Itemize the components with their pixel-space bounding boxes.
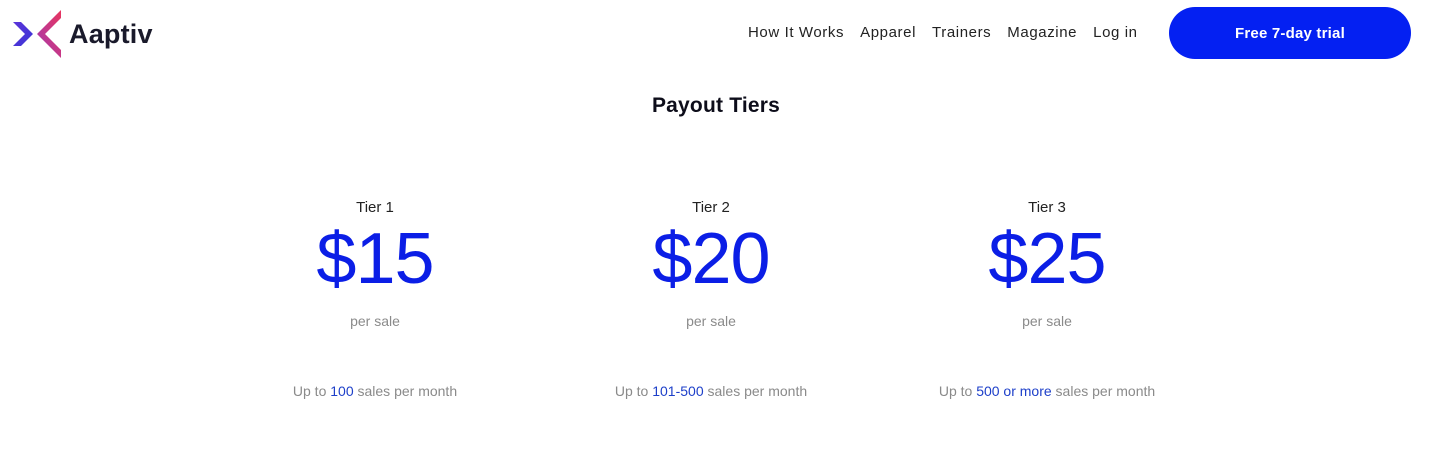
free-trial-button[interactable]: Free 7-day trial bbox=[1169, 7, 1411, 59]
tier-description: Up to 100 sales per month bbox=[225, 383, 525, 400]
tier-card-3: Tier 3 $25 per sale Up to 500 or more sa… bbox=[897, 199, 1197, 400]
tier-desc-suffix: sales per month bbox=[1051, 383, 1156, 399]
nav-apparel[interactable]: Apparel bbox=[860, 24, 916, 42]
tier-desc-suffix: sales per month bbox=[353, 383, 458, 399]
tier-desc-highlight: 500 or more bbox=[976, 383, 1052, 399]
tier-price: $25 bbox=[988, 219, 1106, 299]
main-nav: How It Works Apparel Trainers Magazine L… bbox=[748, 24, 1138, 42]
tier-label: Tier 2 bbox=[692, 199, 730, 216]
tier-desc-suffix: sales per month bbox=[703, 383, 808, 399]
aaptiv-logo[interactable]: Aaptiv bbox=[11, 8, 153, 60]
nav-log-in[interactable]: Log in bbox=[1093, 24, 1137, 42]
tier-label: Tier 3 bbox=[1028, 199, 1066, 216]
nav-magazine[interactable]: Magazine bbox=[1007, 24, 1077, 42]
tier-price: $20 bbox=[652, 219, 770, 299]
tier-unit: per sale bbox=[686, 313, 736, 329]
tier-price: $15 bbox=[316, 219, 434, 299]
tier-card-2: Tier 2 $20 per sale Up to 101-500 sales … bbox=[561, 199, 861, 400]
brand-name: Aaptiv bbox=[69, 18, 153, 49]
tier-desc-highlight: 101-500 bbox=[652, 383, 704, 399]
aaptiv-logo-icon bbox=[13, 10, 61, 58]
tier-desc-highlight: 100 bbox=[330, 383, 354, 399]
tier-label: Tier 1 bbox=[356, 199, 394, 216]
tier-card-1: Tier 1 $15 per sale Up to 100 sales per … bbox=[225, 199, 525, 400]
section-title: Payout Tiers bbox=[651, 94, 781, 117]
page: Aaptiv How It Works Apparel Trainers Mag… bbox=[0, 0, 1432, 454]
tier-unit: per sale bbox=[350, 313, 400, 329]
tier-desc-prefix: Up to bbox=[292, 383, 331, 399]
tier-description: Up to 101-500 sales per month bbox=[561, 383, 861, 400]
nav-how-it-works[interactable]: How It Works bbox=[748, 24, 844, 42]
tier-desc-prefix: Up to bbox=[938, 383, 977, 399]
nav-trainers[interactable]: Trainers bbox=[932, 24, 991, 42]
tier-desc-prefix: Up to bbox=[614, 383, 653, 399]
tier-description: Up to 500 or more sales per month bbox=[897, 383, 1197, 400]
tier-unit: per sale bbox=[1022, 313, 1072, 329]
